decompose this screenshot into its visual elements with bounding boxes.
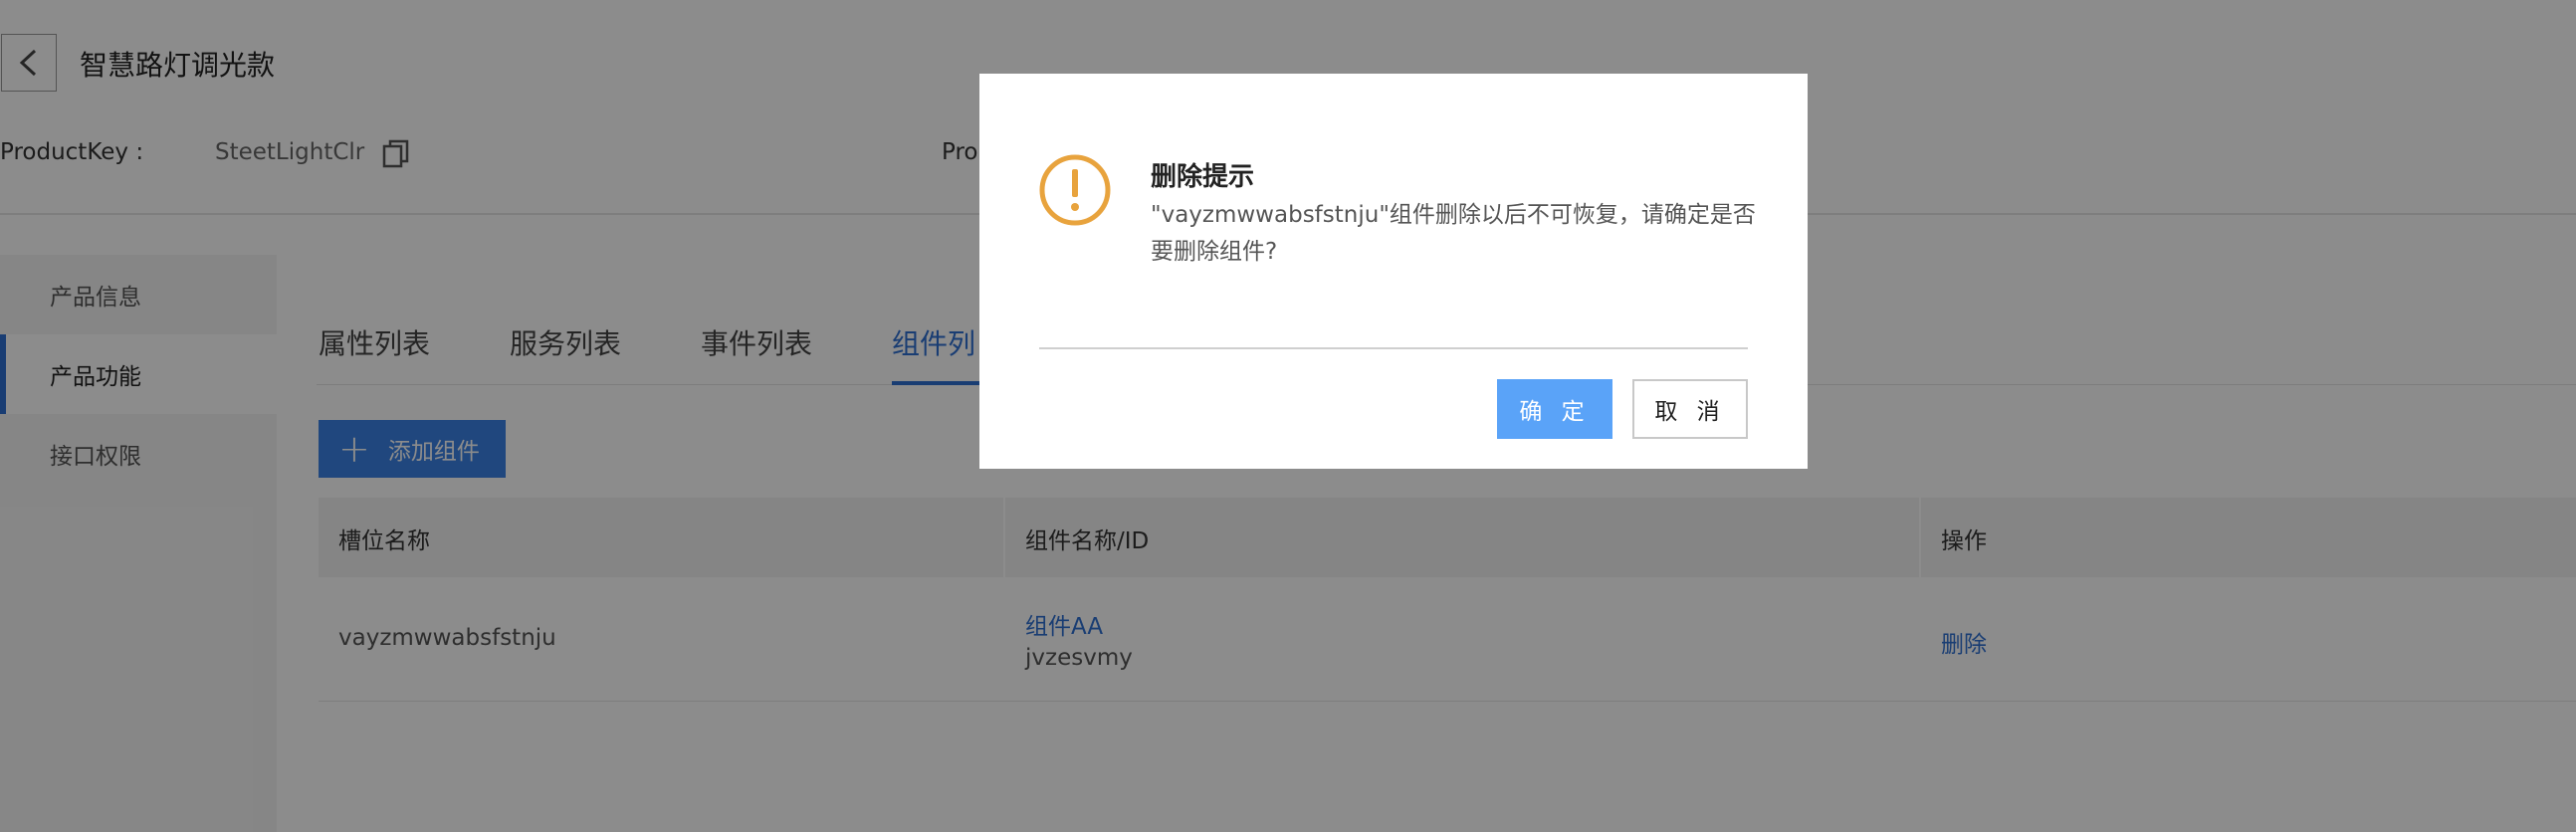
warning-icon [1037,152,1113,228]
dialog-divider [1039,347,1748,349]
dialog-title: 删除提示 [1151,162,1255,192]
cancel-button[interactable]: 取 消 [1632,379,1748,439]
confirm-button[interactable]: 确 定 [1497,379,1612,439]
dialog-message: "vayzmwwabsfstnju"组件删除以后不可恢复，请确定是否要删除组件? [1151,202,1756,265]
